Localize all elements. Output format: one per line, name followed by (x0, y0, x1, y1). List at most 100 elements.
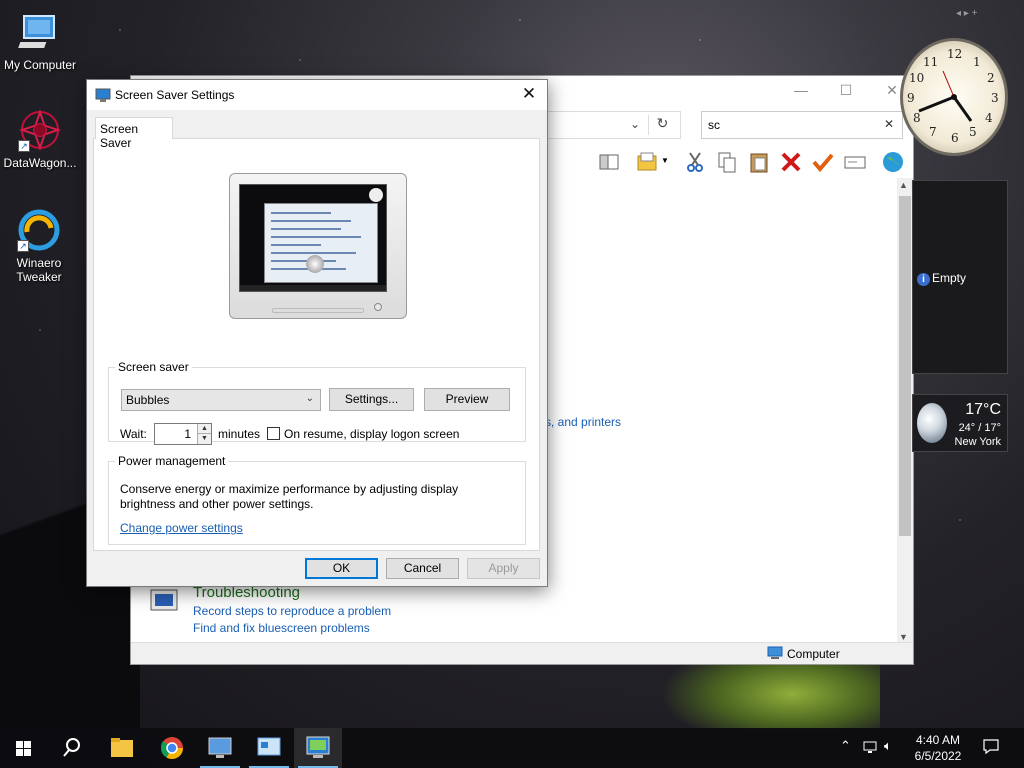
globe-icon[interactable] (881, 150, 905, 174)
dialog-titlebar: Screen Saver Settings ✕ (87, 80, 547, 110)
display-settings-icon (306, 736, 330, 758)
stepper-up-icon[interactable]: ▲ (197, 424, 211, 434)
slideshow-empty: i Empty (917, 271, 966, 286)
status-computer-label: Computer (787, 647, 840, 661)
cancel-button[interactable]: Cancel (386, 558, 459, 579)
scrollbar-thumb[interactable] (899, 196, 911, 536)
weather-temp: 17°C (965, 401, 1001, 418)
settings-button[interactable]: Settings... (329, 388, 414, 411)
preview-button[interactable]: Preview (424, 388, 510, 411)
search-icon (63, 738, 80, 757)
gadget-nav-icons[interactable]: ◂ ▸ + (956, 8, 977, 19)
layout-pane-icon[interactable] (597, 150, 621, 174)
desktop-icon-winaero-tweaker[interactable]: ↗ Winaero Tweaker (0, 208, 78, 284)
action-center-icon[interactable] (982, 737, 1000, 758)
apply-button[interactable]: Apply (467, 558, 540, 579)
cut-icon[interactable] (683, 150, 707, 174)
checkmark-icon[interactable] (811, 150, 835, 174)
remote-desktop-icon (208, 737, 232, 758)
network-icon[interactable] (862, 739, 878, 758)
weather-gadget[interactable]: 17°C 24° / 17° New York (912, 394, 1008, 452)
dialog-title: Screen Saver Settings (115, 88, 235, 102)
windows-logo-icon (16, 741, 31, 756)
taskbar-clock[interactable]: 4:40 AM 6/5/2022 (904, 732, 972, 764)
bluescreen-link[interactable]: Find and fix bluescreen problems (193, 621, 370, 635)
resume-logon-checkbox[interactable] (267, 427, 280, 440)
clock-gadget: 12 1 2 3 4 5 6 7 8 9 10 11 (900, 38, 1008, 156)
preview-taskbar (240, 285, 386, 291)
wait-stepper[interactable]: 1 ▲ ▼ (154, 423, 212, 445)
dropdown-arrow-icon[interactable]: ▼ (661, 156, 671, 180)
start-button[interactable] (0, 728, 48, 768)
search-input[interactable]: sc ✕ (701, 111, 903, 139)
computer-icon (18, 10, 62, 54)
taskbar-control-panel[interactable] (245, 728, 293, 768)
preview-screen (239, 184, 387, 292)
screen-saver-icon (95, 87, 111, 103)
properties-folder-icon[interactable] (635, 150, 659, 174)
screen-saver-selected: Bubbles (126, 393, 170, 407)
shortcut-arrow-icon: ↗ (17, 240, 29, 252)
preview-monitor (229, 173, 407, 319)
explorer-toolbar: ▼ (591, 148, 911, 176)
record-steps-link[interactable]: Record steps to reproduce a problem (193, 604, 391, 618)
datawagon-icon: ↗ (18, 108, 62, 152)
ok-button[interactable]: OK (305, 558, 378, 579)
taskbar-remote-desktop[interactable] (196, 728, 244, 768)
change-power-settings-link[interactable]: Change power settings (120, 521, 243, 535)
preview-window (264, 203, 378, 283)
stepper-down-icon[interactable]: ▼ (197, 434, 211, 444)
monitor-power-icon (374, 303, 382, 311)
desktop-icon-label: My Computer (3, 58, 77, 72)
preview-clock-icon (369, 188, 383, 202)
desktop-icon-my-computer[interactable]: My Computer (0, 10, 80, 72)
minimize-icon[interactable]: — (791, 82, 811, 100)
screen-saver-group: Screen saver Bubbles ⌄ Settings... Previ… (108, 360, 526, 445)
tray-chevron-up-icon[interactable]: ⌃ (840, 738, 851, 754)
tab-panel: Screen saver Bubbles ⌄ Settings... Previ… (93, 138, 540, 551)
copy-icon[interactable] (715, 150, 739, 174)
rename-icon[interactable] (843, 150, 867, 174)
monitor-slot (272, 308, 364, 313)
taskbar-time: 4:40 AM (915, 733, 961, 747)
chevron-down-icon[interactable]: ⌄ (630, 117, 640, 131)
devices-printers-link[interactable]: s, and printers (545, 415, 621, 429)
computer-status-icon (767, 646, 783, 660)
maximize-icon[interactable]: ☐ (836, 82, 856, 100)
delete-icon[interactable] (779, 150, 803, 174)
wait-label: Wait: (120, 427, 147, 441)
taskbar-chrome[interactable] (148, 728, 196, 768)
scroll-up-icon[interactable]: ▲ (899, 180, 908, 190)
close-icon[interactable]: ✕ (882, 82, 902, 100)
explorer-scrollbar[interactable]: ▲ ▼ (897, 178, 913, 644)
slideshow-gadget[interactable]: i Empty (912, 180, 1008, 374)
control-panel-icon (257, 737, 281, 756)
shortcut-arrow-icon: ↗ (18, 140, 30, 152)
close-icon[interactable]: ✕ (517, 83, 541, 105)
moon-icon (917, 403, 947, 443)
weather-city: New York (954, 436, 1001, 448)
refresh-icon[interactable]: ↻ (648, 115, 676, 135)
taskbar-search-button[interactable] (48, 728, 96, 768)
volume-icon[interactable]: 🔈︎ (884, 738, 892, 754)
desktop-icon-label: Winaero Tweaker (16, 256, 62, 284)
folder-icon (111, 738, 133, 757)
slideshow-empty-label: Empty (932, 271, 967, 285)
taskbar-screen-saver[interactable] (294, 728, 342, 768)
troubleshooting-icon (149, 588, 179, 614)
taskbar-file-explorer[interactable] (98, 728, 146, 768)
screen-saver-select[interactable]: Bubbles ⌄ (121, 389, 321, 411)
taskbar: ⌃ 🔈︎ 4:40 AM 6/5/2022 (0, 728, 1024, 768)
clear-search-icon[interactable]: ✕ (884, 117, 894, 131)
info-icon: i (917, 273, 930, 286)
screen-saver-dialog: Screen Saver Settings ✕ Screen Saver Scr… (86, 79, 548, 587)
power-management-label: Power management (118, 454, 226, 468)
weather-range: 24° / 17° (958, 422, 1001, 434)
status-bar: Computer (131, 642, 913, 664)
desktop-icon-datawagon[interactable]: ↗ DataWagon... (0, 108, 80, 170)
tab-screen-saver[interactable]: Screen Saver (95, 117, 173, 150)
resume-logon-label[interactable]: On resume, display logon screen (284, 427, 459, 441)
paste-icon[interactable] (747, 150, 771, 174)
bubble-icon (306, 255, 324, 273)
scroll-down-icon[interactable]: ▼ (899, 632, 908, 642)
